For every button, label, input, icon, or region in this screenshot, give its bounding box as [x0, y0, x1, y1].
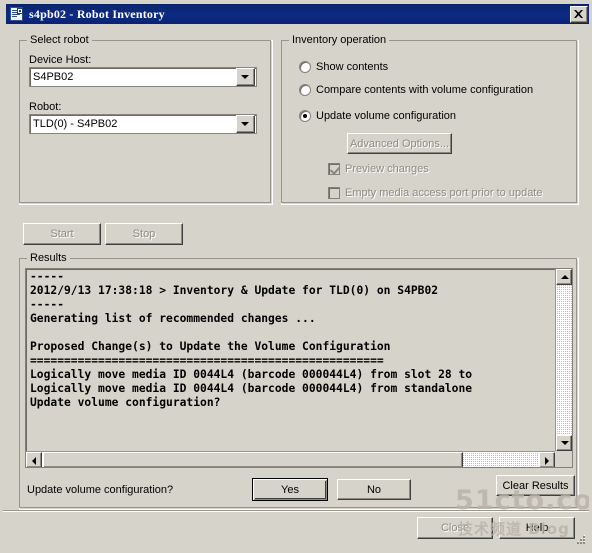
scroll-up-button[interactable] — [556, 269, 572, 285]
radio-show-contents-label: Show contents — [316, 61, 389, 73]
checkbox-empty-media-access-port-label: Empty media access port prior to update — [345, 187, 543, 199]
inventory-operation-group-title: Inventory operation — [289, 34, 390, 46]
no-button[interactable]: No — [337, 479, 411, 500]
radio-compare-contents[interactable]: Compare contents with volume configurati… — [299, 84, 533, 96]
checkbox-icon-checked[interactable] — [328, 163, 340, 175]
horizontal-scroll-thumb[interactable] — [43, 452, 463, 467]
radio-compare-contents-label: Compare contents with volume configurati… — [316, 84, 534, 96]
scroll-right-button[interactable] — [539, 452, 555, 467]
scrollbar-corner — [555, 451, 572, 467]
stop-button[interactable]: Stop — [105, 223, 183, 245]
scroll-down-button[interactable] — [556, 435, 572, 451]
radio-update-volume-configuration-label: Update volume configuration — [316, 110, 457, 122]
results-vertical-scrollbar[interactable] — [555, 269, 572, 451]
yes-button[interactable]: Yes — [252, 478, 328, 501]
checkbox-empty-media-access-port[interactable]: Empty media access port prior to update — [328, 187, 542, 199]
window-title: s4pb02 - Robot Inventory — [29, 6, 165, 21]
device-host-value: S4PB02 — [33, 71, 74, 83]
select-robot-group-title: Select robot — [27, 34, 92, 46]
close-icon[interactable] — [570, 5, 588, 23]
clear-results-button[interactable]: Clear Results — [496, 475, 575, 496]
radio-icon-selected[interactable] — [299, 110, 311, 122]
robot-combo[interactable]: TLD(0) - S4PB02 — [29, 114, 257, 134]
close-button[interactable]: Close — [417, 517, 493, 539]
device-host-label: Device Host: — [29, 54, 92, 66]
checkbox-icon[interactable] — [328, 187, 340, 199]
title-bar[interactable]: s4pb02 - Robot Inventory — [6, 4, 589, 24]
robot-label: Robot: — [29, 101, 62, 113]
radio-icon[interactable] — [299, 61, 311, 73]
chevron-down-icon[interactable] — [236, 68, 255, 86]
start-button[interactable]: Start — [23, 223, 101, 245]
footer-divider — [3, 510, 589, 512]
results-group-title: Results — [27, 252, 70, 264]
checkbox-preview-changes-label: Preview changes — [345, 163, 429, 175]
resize-grip[interactable] — [573, 534, 586, 547]
checkbox-preview-changes[interactable]: Preview changes — [328, 163, 429, 175]
radio-icon[interactable] — [299, 84, 311, 96]
robot-value: TLD(0) - S4PB02 — [33, 118, 118, 130]
results-output: ----- 2012/9/13 17:38:18 > Inventory & U… — [30, 270, 473, 409]
help-button[interactable]: Help — [499, 517, 575, 539]
prompt-question: Update volume configuration? — [27, 484, 174, 496]
radio-show-contents[interactable]: Show contents — [299, 61, 388, 73]
chevron-down-icon[interactable] — [236, 115, 255, 133]
device-host-combo[interactable]: S4PB02 — [29, 67, 257, 87]
radio-update-volume-configuration[interactable]: Update volume configuration — [299, 110, 456, 122]
advanced-options-button[interactable]: Advanced Options... — [347, 133, 452, 154]
results-text-pane[interactable]: ----- 2012/9/13 17:38:18 > Inventory & U… — [25, 268, 573, 468]
results-horizontal-scrollbar[interactable] — [26, 451, 555, 467]
scroll-left-button[interactable] — [26, 452, 42, 467]
report-document-icon — [9, 6, 25, 22]
robot-inventory-window: s4pb02 - Robot Inventory Select robot De… — [0, 0, 592, 553]
